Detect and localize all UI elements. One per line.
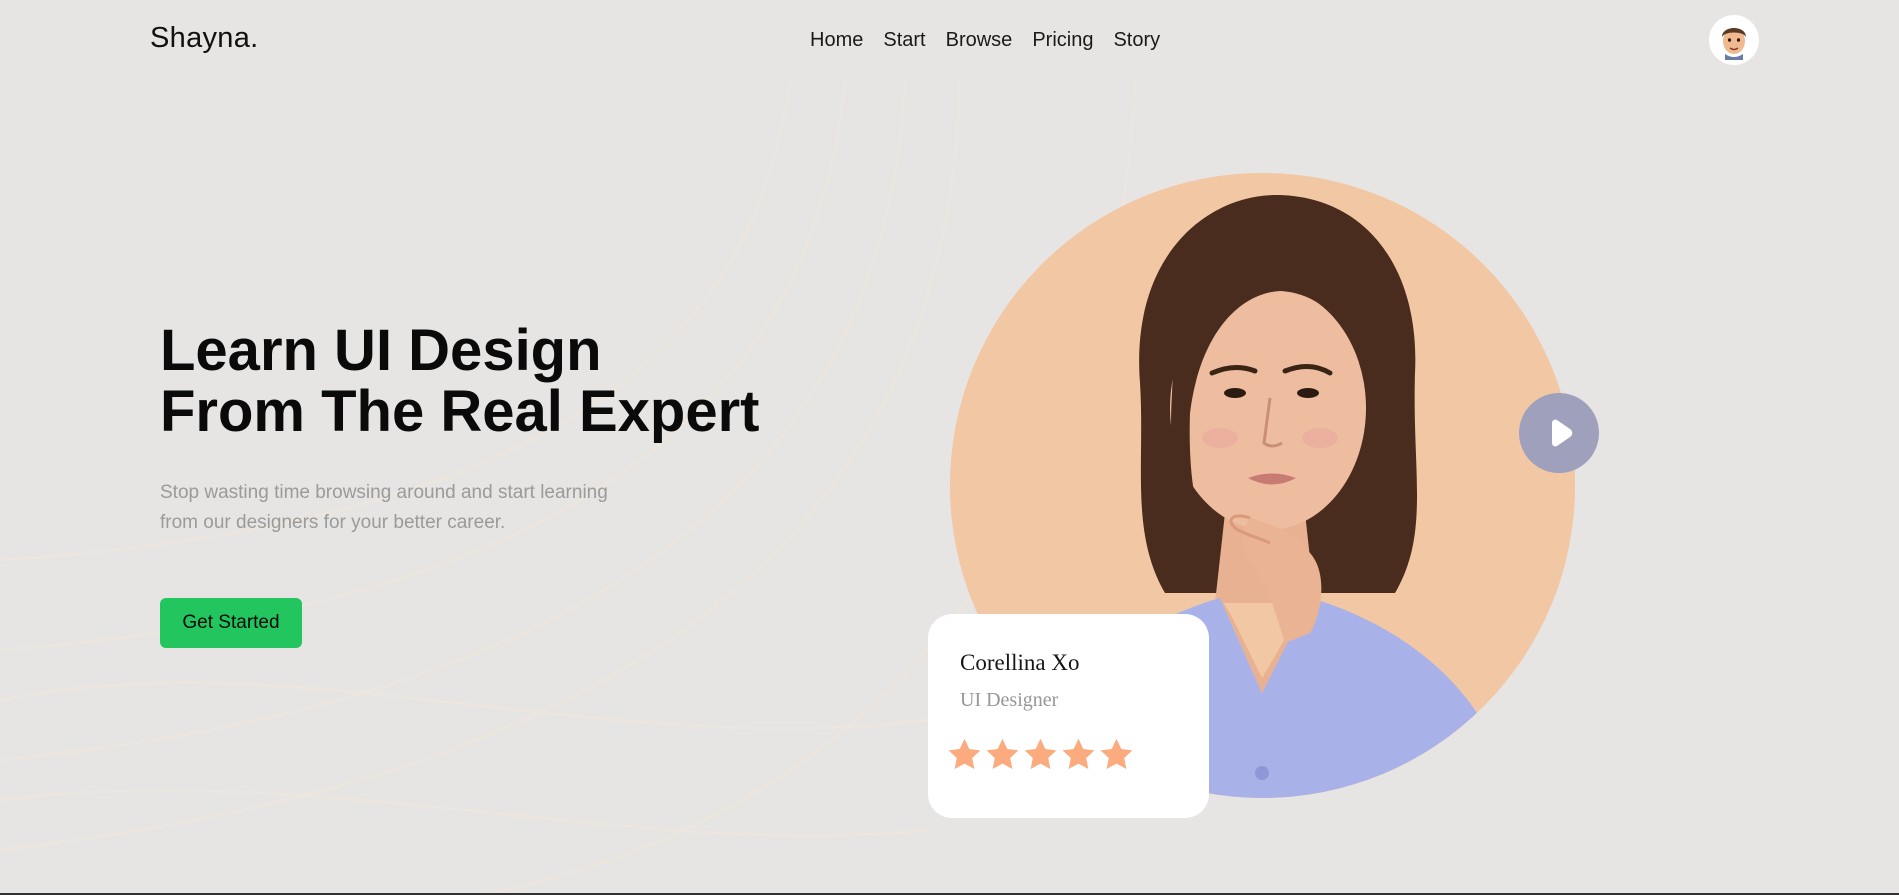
hero-title: Learn UI Design From The Real Expert <box>160 320 759 442</box>
user-avatar[interactable] <box>1709 15 1759 65</box>
nav-story[interactable]: Story <box>1113 29 1160 52</box>
site-logo[interactable]: Shayna. <box>150 22 259 55</box>
expert-name: Corellina Xo <box>960 650 1080 675</box>
hero-subtitle-line-2: from our designers for your better caree… <box>160 512 506 533</box>
nav-browse[interactable]: Browse <box>946 29 1013 52</box>
star-icon <box>1100 738 1133 769</box>
hero-title-line-1: Learn UI Design <box>160 318 602 383</box>
play-video-button[interactable] <box>1519 393 1599 473</box>
star-icon <box>1062 738 1095 769</box>
star-icon <box>1024 738 1057 769</box>
star-icon <box>986 738 1019 769</box>
hero-title-line-2: From The Real Expert <box>160 379 760 444</box>
expert-role: UI Designer <box>960 689 1059 711</box>
main-nav: Home Start Browse Pricing Story <box>810 29 1160 52</box>
get-started-button[interactable]: Get Started <box>160 598 302 648</box>
star-icon <box>948 738 981 769</box>
hero-subtitle-line-1: Stop wasting time browsing around and st… <box>160 482 608 503</box>
nav-pricing[interactable]: Pricing <box>1032 29 1093 52</box>
nav-home[interactable]: Home <box>810 29 863 52</box>
hero-subtitle: Stop wasting time browsing around and st… <box>160 478 680 538</box>
expert-card: Corellina Xo UI Designer <box>928 614 1209 818</box>
rating-stars <box>946 736 1135 773</box>
play-icon <box>1552 419 1573 447</box>
nav-start[interactable]: Start <box>883 29 925 52</box>
memoji-avatar-icon <box>1722 28 1746 60</box>
landing-page: Shayna. Home Start Browse Pricing Story … <box>0 0 1899 895</box>
